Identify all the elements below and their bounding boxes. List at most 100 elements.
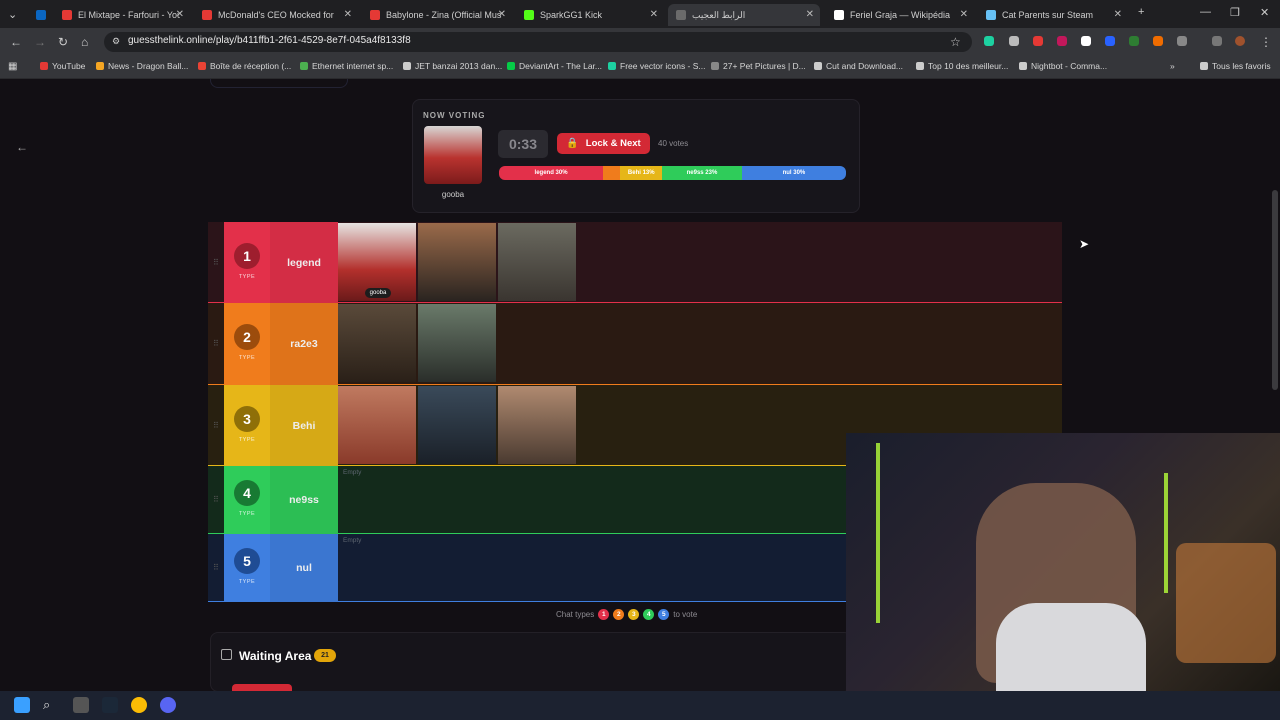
bookmark-item[interactable]: News - Dragon Ball...: [96, 61, 188, 71]
extension-icon[interactable]: [1105, 36, 1115, 46]
url-text[interactable]: guessthelink.online/play/b411ffb1-2f61-4…: [128, 35, 411, 46]
tier-type-label: TYPE: [238, 579, 256, 585]
tier-item-thumbnail[interactable]: [418, 223, 496, 301]
discord-icon[interactable]: [160, 697, 176, 713]
tier-item-thumbnail[interactable]: [338, 386, 416, 464]
drag-handle-icon[interactable]: ⠿: [213, 495, 219, 504]
file-explorer-icon[interactable]: [73, 697, 89, 713]
extension-icon[interactable]: [1057, 36, 1067, 46]
close-window-icon[interactable]: ✕: [1260, 6, 1269, 19]
tab-close-icon[interactable]: ✕: [650, 9, 658, 20]
tier-name[interactable]: legend: [270, 222, 338, 303]
tier-item-thumbnail[interactable]: [498, 223, 576, 301]
browser-tab[interactable]: El Mixtape - Farfouri - You ✕: [54, 4, 190, 26]
browser-tab[interactable]: SparkGG1 Kick ✕: [516, 4, 664, 26]
tab-menu-icon[interactable]: [1212, 36, 1222, 46]
lock-next-button[interactable]: 🔒 Lock & Next: [557, 133, 650, 154]
extension-icon[interactable]: [984, 36, 994, 46]
page-scrollbar[interactable]: [1272, 190, 1278, 390]
maximize-icon[interactable]: ❐: [1230, 6, 1240, 19]
chrome-icon[interactable]: [131, 697, 147, 713]
chat-vote-number: 2: [613, 609, 625, 620]
new-tab-button[interactable]: +: [1138, 6, 1144, 18]
home-icon[interactable]: ⌂: [81, 35, 88, 49]
tab-close-icon[interactable]: ✕: [176, 9, 184, 20]
steam-icon[interactable]: [102, 697, 118, 713]
tab-close-icon[interactable]: ✕: [1114, 9, 1122, 20]
extension-icon[interactable]: [1081, 36, 1091, 46]
tier-number-badge: 3: [234, 405, 260, 432]
waiting-item-peek[interactable]: [232, 684, 292, 691]
bookmark-star-icon[interactable]: ☆: [950, 35, 961, 49]
reload-icon[interactable]: ↻: [58, 35, 68, 49]
bookmark-item[interactable]: Ethernet internet sp...: [300, 61, 393, 71]
tab-close-icon[interactable]: ✕: [960, 9, 968, 20]
bookmark-item[interactable]: Free vector icons - S...: [608, 61, 706, 71]
drag-handle-icon[interactable]: ⠿: [213, 339, 219, 348]
extension-icon[interactable]: [1129, 36, 1139, 46]
tab-close-icon[interactable]: ✕: [498, 9, 506, 20]
back-icon[interactable]: ←: [10, 35, 22, 49]
tab-close-icon[interactable]: ✕: [344, 9, 352, 20]
thumbnail-name-label: gooba: [365, 288, 391, 298]
browser-tab[interactable]: McDonald's CEO Mocked for ✕: [194, 4, 358, 26]
vote-timer: 0:33: [498, 130, 548, 158]
forward-icon[interactable]: →: [34, 35, 46, 49]
bookmark-item[interactable]: JET banzai 2013 dan...: [403, 61, 502, 71]
all-bookmarks-folder[interactable]: Tous les favoris: [1200, 61, 1271, 71]
tab-title: Feriel Graja — Wikipédia: [850, 10, 951, 20]
tier-type-label: TYPE: [238, 355, 256, 361]
tier-item-thumbnail[interactable]: [338, 304, 416, 382]
tier-item-thumbnail[interactable]: [498, 386, 576, 464]
tab-favicon-icon: [202, 10, 212, 20]
browser-tab[interactable]: Cat Parents sur Steam ✕: [978, 4, 1128, 26]
waiting-area-title: Waiting Area: [239, 649, 312, 663]
extension-icon[interactable]: [1153, 36, 1163, 46]
chat-vote-number: 4: [643, 609, 655, 620]
drag-handle-icon[interactable]: ⠿: [213, 421, 219, 430]
bookmark-favicon-icon: [1019, 62, 1027, 70]
led-strip-right: [1164, 473, 1168, 593]
tab-pinned-linkedin[interactable]: [30, 4, 54, 26]
now-voting-label: NOW VOTING: [423, 111, 486, 120]
bookmark-item[interactable]: 27+ Pet Pictures | D...: [711, 61, 806, 71]
profile-avatar[interactable]: [1235, 36, 1245, 46]
windows-start-icon[interactable]: [14, 697, 30, 713]
bookmark-item[interactable]: Boîte de réception (...: [198, 61, 291, 71]
drag-handle-icon[interactable]: ⠿: [213, 258, 219, 267]
site-info-icon[interactable]: ⚙: [112, 36, 120, 47]
webcam-overlay: [846, 433, 1280, 691]
tab-title: SparkGG1 Kick: [540, 10, 603, 20]
tab-close-icon[interactable]: ✕: [806, 9, 814, 20]
led-strip-left: [876, 443, 880, 623]
back-arrow-icon[interactable]: ←: [16, 140, 28, 154]
tier-name[interactable]: Behi: [270, 385, 338, 466]
bookmark-item[interactable]: Cut and Download...: [814, 61, 903, 71]
browser-menu-icon[interactable]: ⋮: [1260, 35, 1272, 49]
bookmark-favicon-icon: [814, 62, 822, 70]
bookmark-item[interactable]: YouTube: [40, 61, 85, 71]
tier-name[interactable]: nul: [270, 534, 338, 602]
bookmark-item[interactable]: DeviantArt - The Lar...: [507, 61, 602, 71]
chat-vote-number: 5: [658, 609, 670, 620]
bookmark-item[interactable]: Top 10 des meilleur...: [916, 61, 1008, 71]
browser-tab[interactable]: Babylone - Zina (Official Musi ✕: [362, 4, 512, 26]
extensions-puzzle-icon[interactable]: [1177, 36, 1187, 46]
more-bookmarks-icon[interactable]: »: [1170, 61, 1175, 71]
tier-item-thumbnail[interactable]: [418, 304, 496, 382]
search-icon[interactable]: ⌕: [43, 697, 59, 713]
drag-handle-icon[interactable]: ⠿: [213, 563, 219, 572]
camera-extension-icon[interactable]: [1009, 36, 1019, 46]
browser-tab[interactable]: Feriel Graja — Wikipédia ✕: [826, 4, 974, 26]
bookmark-favicon-icon: [608, 62, 616, 70]
apps-grid-icon[interactable]: ▦: [8, 61, 17, 72]
tier-name[interactable]: ra2e3: [270, 303, 338, 385]
tier-name[interactable]: ne9ss: [270, 466, 338, 534]
minimize-icon[interactable]: —: [1200, 6, 1211, 18]
browser-tab[interactable]: الرابط العجيب ✕: [668, 4, 820, 26]
tier-item-thumbnail[interactable]: [418, 386, 496, 464]
bookmark-item[interactable]: Nightbot - Comma...: [1019, 61, 1107, 71]
extension-icon[interactable]: [1033, 36, 1043, 46]
now-voting-name: gooba: [441, 190, 465, 199]
tab-search-icon[interactable]: ⌄: [8, 8, 17, 21]
